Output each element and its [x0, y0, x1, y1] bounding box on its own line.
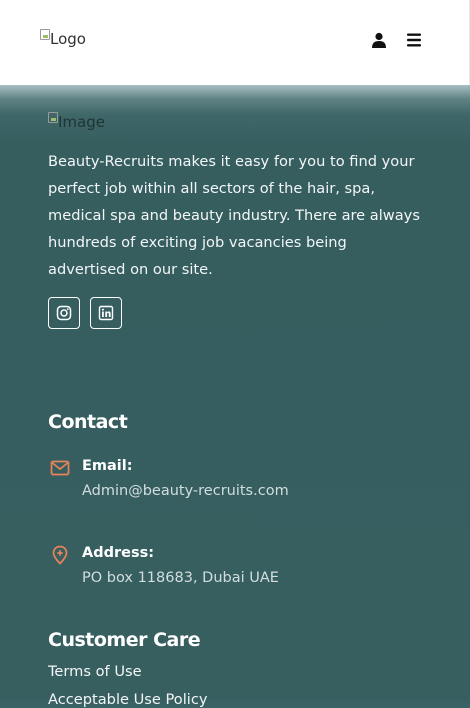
customer-care-heading: Customer Care — [48, 629, 201, 651]
top-navbar: Logo — [0, 0, 470, 85]
terms-of-use-link[interactable]: Terms of Use — [48, 663, 142, 680]
email-label: Email: — [82, 458, 133, 474]
mail-icon — [50, 460, 70, 476]
linkedin-icon — [98, 305, 114, 321]
about-image-alt-text: Image — [58, 113, 105, 131]
logo-alt-text: Logo — [50, 30, 86, 48]
email-link[interactable]: Admin@beauty-recruits.com — [82, 483, 289, 499]
user-icon[interactable] — [371, 32, 387, 48]
instagram-icon — [56, 305, 72, 321]
footer-about-image: Image — [48, 111, 105, 131]
instagram-link[interactable] — [48, 297, 80, 329]
menu-icon[interactable] — [406, 32, 422, 48]
acceptable-use-policy-link[interactable]: Acceptable Use Policy — [48, 691, 208, 708]
contact-heading: Contact — [48, 411, 128, 433]
address-value: PO box 118683, Dubai UAE — [82, 570, 279, 586]
footer-about-text: Beauty-Recruits makes it easy for you to… — [48, 153, 420, 278]
site-logo[interactable]: Logo — [40, 28, 86, 48]
linkedin-link[interactable] — [90, 297, 122, 329]
address-label: Address: — [82, 545, 155, 561]
location-icon — [52, 545, 68, 565]
broken-image-icon — [40, 28, 50, 40]
broken-image-icon — [48, 111, 58, 123]
